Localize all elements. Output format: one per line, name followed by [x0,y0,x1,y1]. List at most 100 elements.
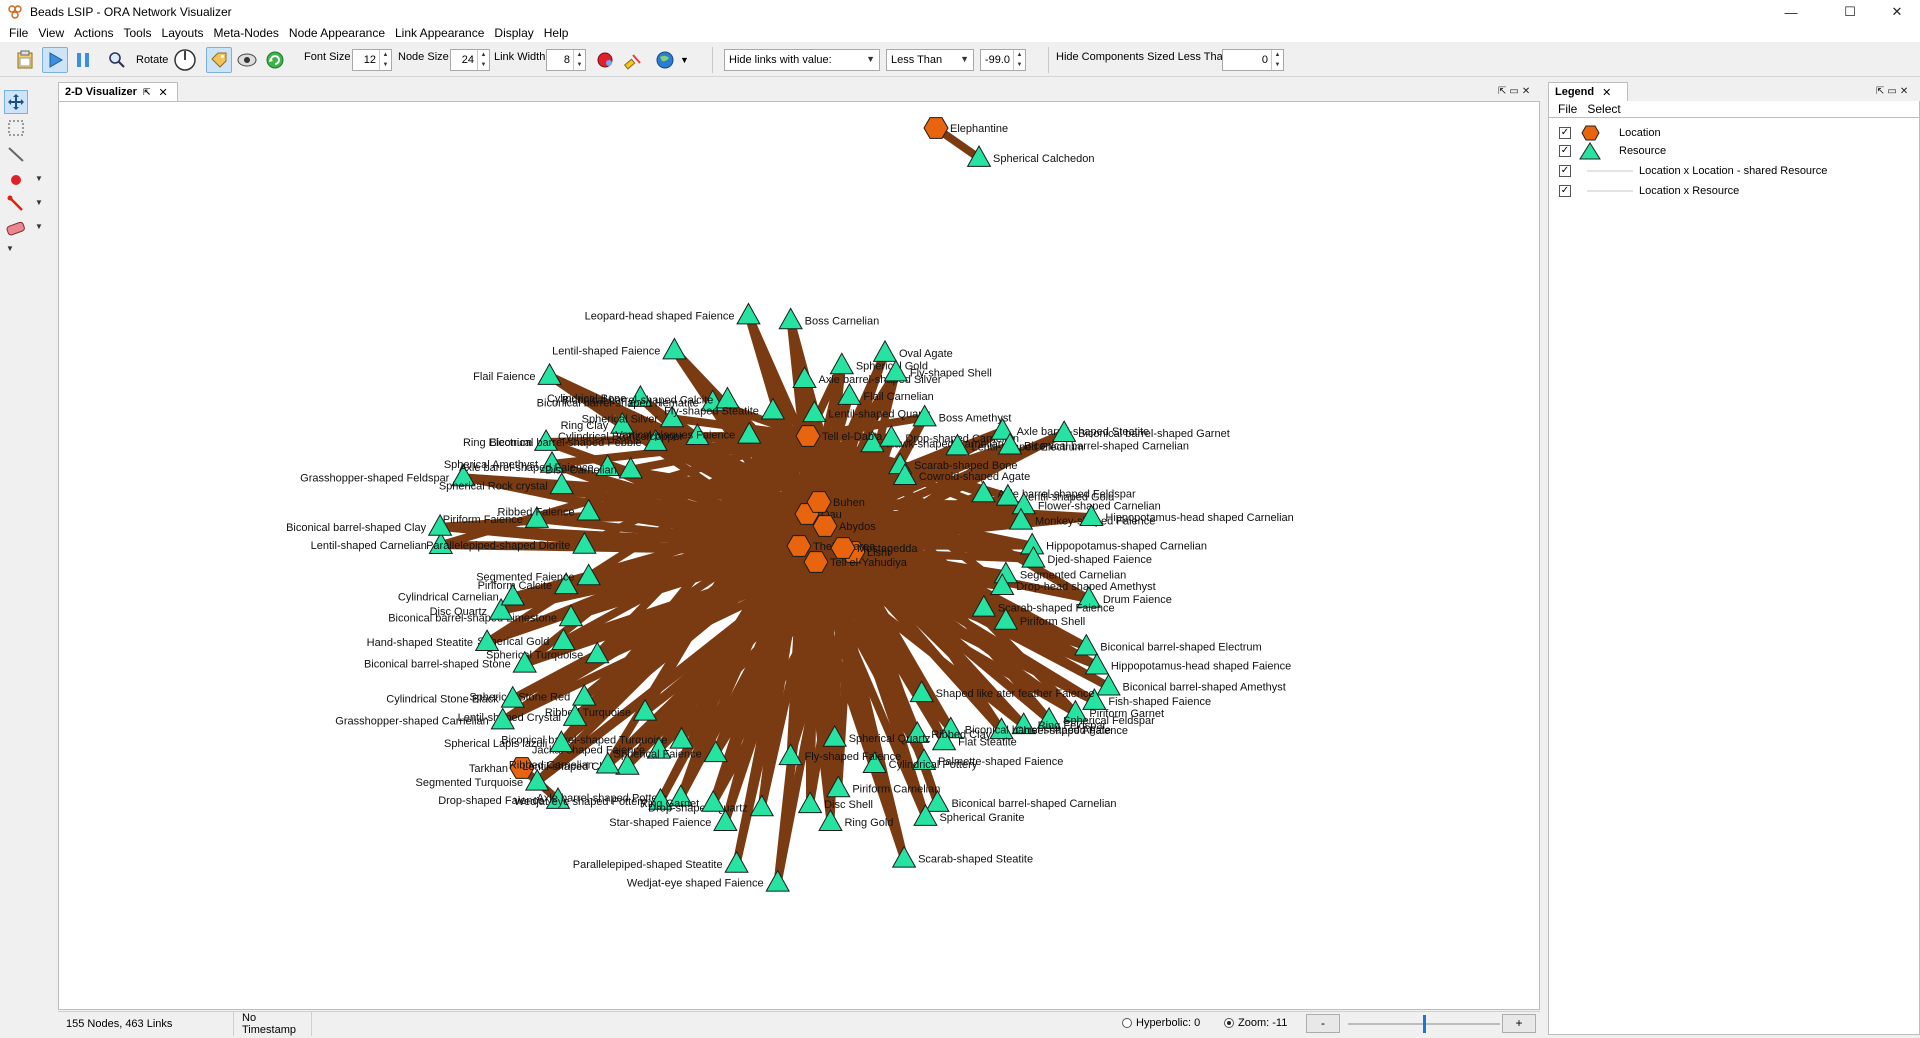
more-tools-icon[interactable]: ▼ [6,244,14,253]
legend-menu-select[interactable]: Select [1582,102,1625,116]
zoom-radio-button[interactable] [1224,1018,1234,1028]
add-link-dropdown-icon[interactable]: ▼ [35,198,43,207]
decrement-icon[interactable]: ▼ [1014,60,1025,70]
chevron-down-icon: ▼ [960,54,969,64]
decrement-icon[interactable]: ▼ [1272,60,1283,70]
menu-tools[interactable]: Tools [119,26,157,40]
menu-display[interactable]: Display [489,26,538,40]
resource-node[interactable]: Hippopotamus-head shaped Faience [1084,652,1291,675]
globe-icon[interactable] [652,47,678,73]
legend-checkbox[interactable]: ✓ [1559,185,1571,197]
tag-icon[interactable] [206,47,233,73]
network-graph[interactable]: Spherical CalchedonDrop-shaped FaienceEl… [59,102,1540,1010]
add-link-icon[interactable] [4,192,28,216]
zoom-out-button[interactable]: - [1306,1014,1340,1033]
resource-node[interactable]: Biconical barrel-shaped Garnet [1051,420,1230,443]
decrement-icon[interactable]: ▼ [574,60,585,70]
legend-item-location[interactable]: ✓ Location [1559,124,1661,142]
globe-dropdown-icon[interactable]: ▼ [680,55,689,65]
decrement-icon[interactable]: ▼ [478,60,489,70]
refresh-icon[interactable] [262,47,288,73]
node-label: Cowroid-shaped Agate [919,471,1030,483]
legend-item-resource[interactable]: ✓ Resource [1559,142,1666,160]
close-tab-icon[interactable]: ✕ [1602,86,1611,99]
node-size-stepper[interactable]: 24 ▲ ▼ [450,49,490,71]
eraser-dropdown-icon[interactable]: ▼ [35,222,43,231]
maximize-button[interactable]: ☐ [1827,0,1873,24]
increment-icon[interactable]: ▲ [1272,50,1283,60]
threshold-stepper[interactable]: -99.0 ▲ ▼ [980,49,1026,71]
increment-icon[interactable]: ▲ [380,50,391,60]
play-icon[interactable] [42,47,68,73]
resource-node[interactable]: Biconical barrel-shaped Clay [286,513,453,536]
clipboard-icon[interactable] [12,47,38,73]
legend-menu-file[interactable]: File [1553,102,1582,116]
legend-checkbox[interactable]: ✓ [1559,127,1571,139]
menu-link-appearance[interactable]: Link Appearance [390,26,489,40]
legend-item-location-x-resource[interactable]: ✓ Location x Resource [1559,182,1739,200]
menu-file[interactable]: File [4,26,33,40]
add-node-icon[interactable] [4,168,28,192]
color-node-icon[interactable] [592,47,618,73]
tab-2d-visualizer[interactable]: 2-D Visualizer ⇱ ✕ [58,82,178,101]
resource-node[interactable]: Lentil-shaped Faience [552,337,687,360]
panel-controls-icon[interactable]: ⇱▭✕ [1498,86,1533,97]
node-label: Biconical barrel-shaped Amethyst [1123,682,1286,694]
resource-node[interactable]: Ring Gold [818,809,893,832]
resource-node[interactable]: Parallelepiped-shaped Steatite [573,850,749,873]
pin-icon[interactable]: ⇱ [143,87,151,98]
highlight-pencil-icon[interactable] [620,47,646,73]
resource-node[interactable]: Scarab-shaped Steatite [891,845,1033,868]
minimize-button[interactable]: — [1768,0,1814,24]
resource-node[interactable]: Biconical barrel-shaped Electrum [1074,633,1262,656]
resource-node[interactable]: Hippopotamus-shaped Carnelian [1019,532,1207,555]
zoom-slider[interactable] [1348,1015,1500,1033]
menu-node-appearance[interactable]: Node Appearance [284,26,390,40]
link-tool-icon[interactable] [4,142,28,166]
resource-node[interactable]: Flail Faience [473,362,562,385]
menu-meta-nodes[interactable]: Meta-Nodes [209,26,284,40]
menu-layouts[interactable]: Layouts [157,26,209,40]
font-size-stepper[interactable]: 12 ▲ ▼ [352,49,392,71]
zoom-icon[interactable] [104,47,130,73]
menu-help[interactable]: Help [539,26,574,40]
legend-checkbox[interactable]: ✓ [1559,165,1571,177]
menu-view[interactable]: View [33,26,69,40]
eraser-icon[interactable] [4,216,28,240]
zoom-slider-thumb[interactable] [1423,1015,1426,1033]
hyperbolic-radio[interactable]: Hyperbolic: 0 [1122,1017,1200,1029]
legend-checkbox[interactable]: ✓ [1559,145,1571,157]
move-tool-icon[interactable] [4,90,28,114]
eye-icon[interactable] [234,47,260,73]
pause-icon[interactable] [70,47,96,73]
panel-controls-icon[interactable]: ⇱▭✕ [1876,86,1911,97]
rotate-dial-icon[interactable] [172,47,198,73]
location-node[interactable]: Elephantine [923,117,1008,139]
zoom-in-button[interactable]: + [1502,1014,1536,1033]
select-rectangle-icon[interactable] [4,116,28,140]
close-window-button[interactable]: ✕ [1874,0,1920,24]
resource-node[interactable]: Biconical barrel-shaped Carnelian [925,789,1117,812]
zoom-radio[interactable]: Zoom: -11 [1224,1017,1287,1029]
hyperbolic-radio-button[interactable] [1122,1018,1132,1028]
add-node-dropdown-icon[interactable]: ▼ [35,174,43,183]
comparison-select[interactable]: Less Than ▼ [886,49,974,71]
increment-icon[interactable]: ▲ [478,50,489,60]
resource-node[interactable]: Spherical Calchedon [966,144,1095,167]
increment-icon[interactable]: ▲ [1014,50,1025,60]
resource-node[interactable]: Oval Agate [872,339,953,362]
resource-node[interactable]: Leopard-head shaped Faience [585,302,761,325]
resource-node[interactable]: Biconical barrel-shaped Amethyst [1096,673,1286,696]
hide-components-stepper[interactable]: 0 ▲ ▼ [1222,49,1284,71]
increment-icon[interactable]: ▲ [574,50,585,60]
menu-actions[interactable]: Actions [69,26,118,40]
link-width-stepper[interactable]: 8 ▲ ▼ [546,49,586,71]
network-canvas[interactable]: Spherical Calchedon Drop-shaped Faience El… [58,101,1540,1010]
close-tab-icon[interactable]: ✕ [159,86,168,99]
resource-node[interactable]: Boss Carnelian [778,307,879,330]
hide-links-mode-select[interactable]: Hide links with value: ▼ [724,49,880,71]
tab-legend[interactable]: Legend ✕ [1548,82,1628,101]
legend-item-location-x-location-shared-resource[interactable]: ✓ Location x Location - shared Resource [1559,162,1827,180]
decrement-icon[interactable]: ▼ [380,60,391,70]
resource-node[interactable]: Wedjat-eye shaped Faience [627,869,790,892]
